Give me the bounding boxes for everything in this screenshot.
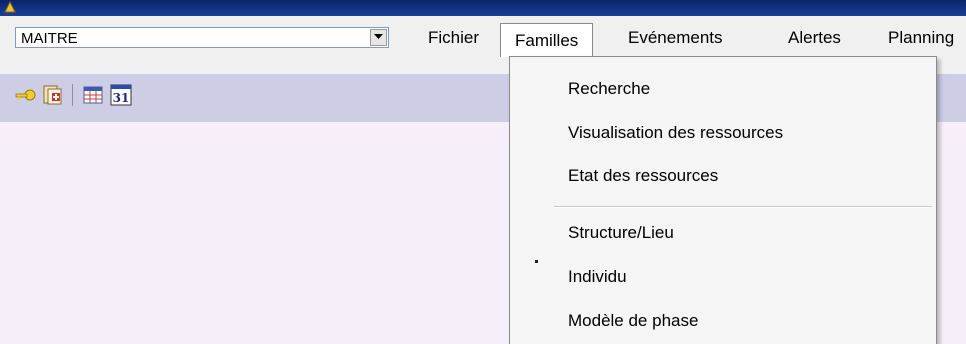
title-bar xyxy=(0,0,966,16)
menu-item-structure-lieu[interactable]: Structure/Lieu xyxy=(568,221,674,245)
grid-calendar-icon[interactable] xyxy=(82,84,104,106)
menu-evenements[interactable]: Evénements xyxy=(628,28,723,52)
chevron-down-icon xyxy=(374,34,383,39)
menu-separator xyxy=(554,206,932,208)
toolbar-separator xyxy=(72,84,73,106)
app-icon xyxy=(4,1,16,13)
radio-bullet-icon xyxy=(535,260,538,263)
menu-item-modele-de-phase[interactable]: Modèle de phase xyxy=(568,309,698,333)
application-window: MAITRE Fichier Familles Evénements Alert… xyxy=(0,0,966,344)
dropdown-arrow-button[interactable] xyxy=(370,29,387,46)
menu-planning[interactable]: Planning xyxy=(888,28,954,52)
calendar-31-icon[interactable]: 31 xyxy=(110,84,132,106)
menu-alertes[interactable]: Alertes xyxy=(788,28,841,52)
key-icon[interactable] xyxy=(14,84,36,106)
menu-fichier[interactable]: Fichier xyxy=(428,28,479,52)
familles-dropdown-menu: Recherche Visualisation des ressources E… xyxy=(509,56,937,344)
profile-select-value: MAITRE xyxy=(21,30,78,47)
menu-icon-gutter xyxy=(510,57,554,344)
menu-item-etat-ressources[interactable]: Etat des ressources xyxy=(568,164,718,188)
profile-select[interactable]: MAITRE xyxy=(15,27,389,48)
menu-item-individu[interactable]: Individu xyxy=(568,265,627,289)
calendar-day-number: 31 xyxy=(113,91,130,105)
menu-familles[interactable]: Familles xyxy=(500,23,594,57)
document-add-icon[interactable] xyxy=(42,84,64,106)
menu-item-recherche[interactable]: Recherche xyxy=(568,77,650,101)
menu-item-visualisation-ressources[interactable]: Visualisation des ressources xyxy=(568,121,783,145)
